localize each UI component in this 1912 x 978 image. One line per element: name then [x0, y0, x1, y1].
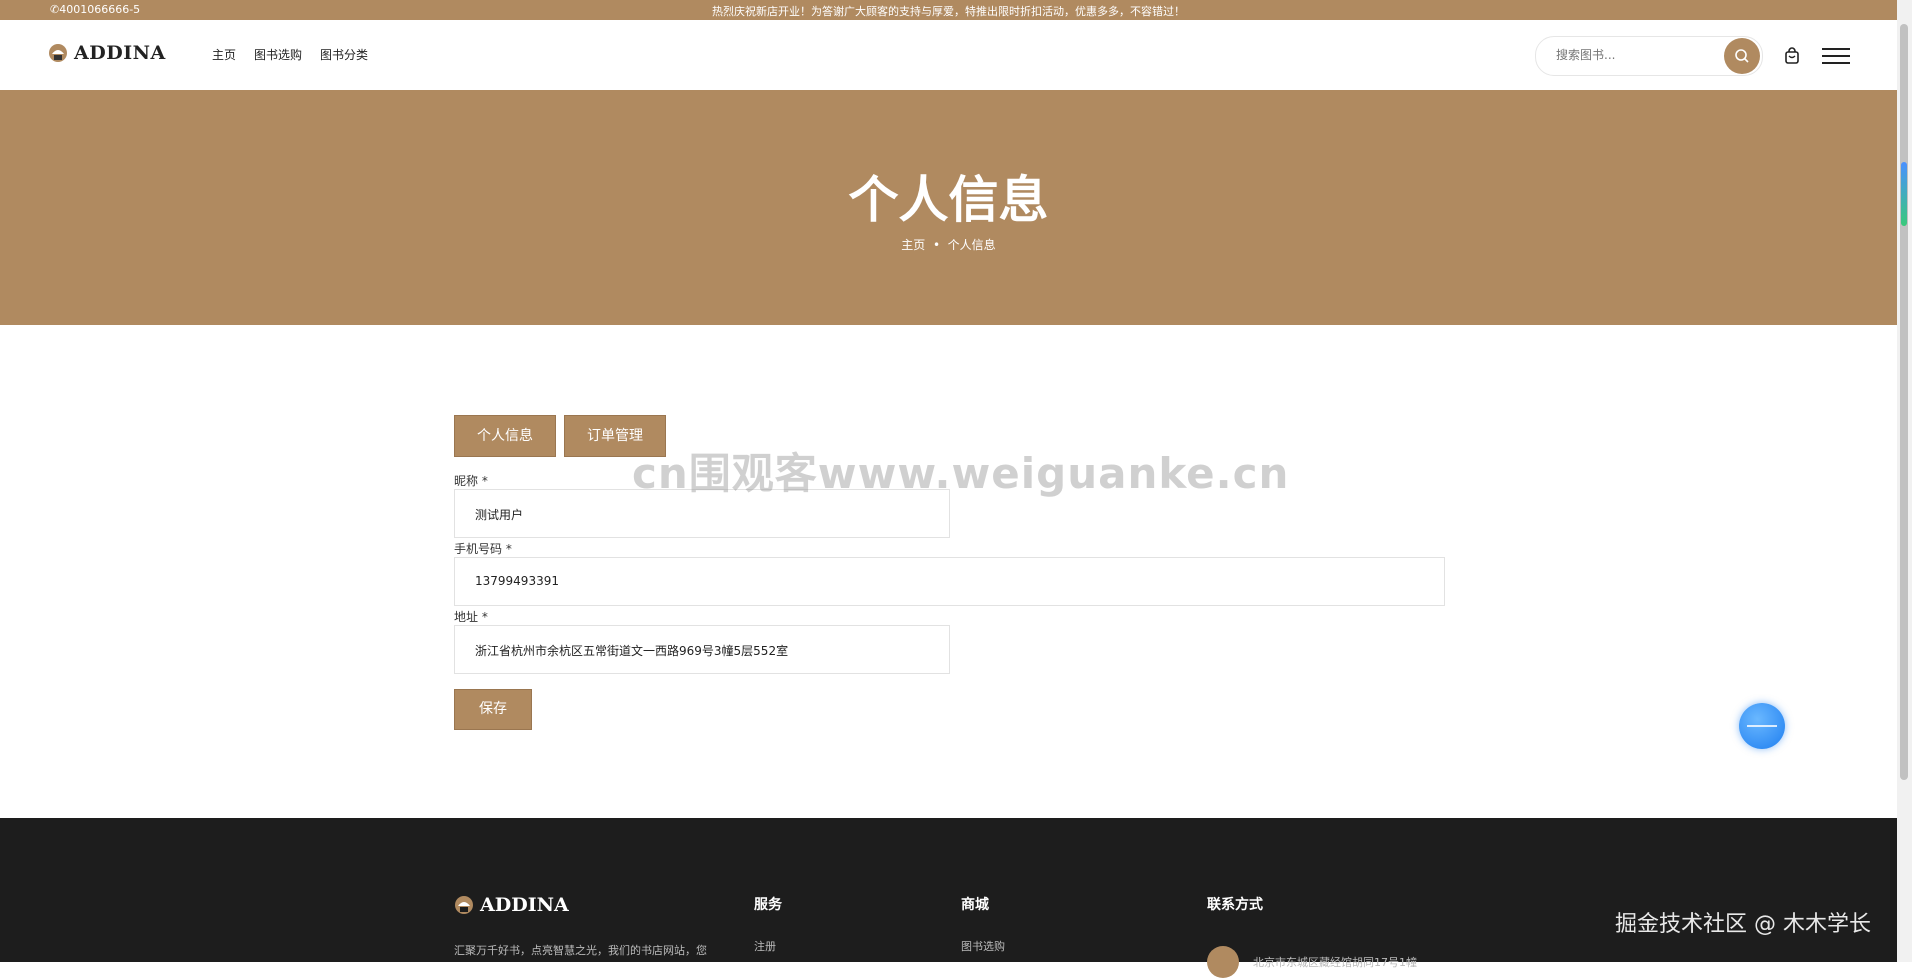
- site-header: ADDINA 主页 图书选购 图书分类: [0, 20, 1897, 90]
- page-banner: 个人信息 主页 • 个人信息: [0, 90, 1897, 325]
- required-mark: *: [481, 610, 488, 624]
- main-nav: 主页 图书选购 图书分类: [212, 46, 368, 63]
- footer-link-book-shop[interactable]: 图书选购: [961, 938, 1005, 954]
- location-icon: [1207, 946, 1239, 978]
- footer-brand-name: ADDINA: [480, 894, 569, 916]
- footer-contact-title: 联系方式: [1207, 897, 1263, 913]
- nickname-value: 测试用户: [475, 508, 524, 522]
- required-mark: *: [481, 474, 488, 488]
- site-footer: ADDINA 汇聚万千好书，点亮智慧之光，我们的书店网站，您 服务 注册 商城 …: [0, 818, 1897, 978]
- footer-address: 北京市东城区藏经馆胡同17号1幢: [1207, 946, 1417, 978]
- brand-name: ADDINA: [74, 42, 166, 64]
- phone-label: 手机号码 *: [454, 542, 512, 556]
- nav-home[interactable]: 主页: [212, 46, 236, 63]
- logo-icon: [49, 44, 67, 62]
- logo-icon: [455, 896, 473, 914]
- promo-notice: 热烈庆祝新店开业！为答谢广大顾客的支持与厚爱，特推出限时折扣活动，优惠多多，不容…: [712, 5, 1185, 18]
- required-mark: *: [505, 542, 512, 556]
- footer-shop-title: 商城: [961, 897, 989, 913]
- breadcrumb-current: 个人信息: [947, 238, 996, 252]
- nav-book-shop[interactable]: 图书选购: [254, 46, 302, 63]
- footer-logo[interactable]: ADDINA: [454, 894, 569, 916]
- nickname-label: 昵称 *: [454, 474, 488, 488]
- breadcrumb: 主页 • 个人信息: [0, 236, 1897, 253]
- hamburger-menu-icon[interactable]: [1822, 48, 1850, 66]
- footer-service-title: 服务: [754, 897, 782, 913]
- announcement-bar: ✆4001066666-5 热烈庆祝新店开业！为答谢广大顾客的支持与厚爱，特推出…: [0, 0, 1897, 20]
- search-input[interactable]: [1554, 47, 1708, 63]
- nav-book-category[interactable]: 图书分类: [320, 46, 368, 63]
- breadcrumb-home[interactable]: 主页: [901, 238, 925, 252]
- chat-assistant-button[interactable]: [1739, 703, 1785, 749]
- breadcrumb-separator: •: [932, 238, 941, 252]
- cart-icon[interactable]: [1783, 47, 1801, 65]
- logo[interactable]: ADDINA: [48, 42, 166, 64]
- search-box: [1535, 36, 1763, 76]
- footer-description: 汇聚万千好书，点亮智慧之光，我们的书店网站，您: [454, 944, 707, 957]
- address-value: 浙江省杭州市余杭区五常街道文一西路969号3幢5层552室: [475, 644, 789, 658]
- phone-value: 13799493391: [475, 574, 559, 588]
- tab-profile[interactable]: 个人信息: [454, 415, 556, 457]
- footer-link-register[interactable]: 注册: [754, 938, 776, 954]
- page-title: 个人信息: [848, 171, 1049, 229]
- address-label: 地址 *: [454, 610, 488, 624]
- address-field[interactable]: 浙江省杭州市余杭区五常街道文一西路969号3幢5层552室: [454, 625, 950, 674]
- scrollbar-thumb[interactable]: [1900, 24, 1908, 780]
- search-icon: [1735, 49, 1749, 63]
- scrollbar-marker: [1901, 162, 1907, 226]
- search-button[interactable]: [1724, 38, 1760, 74]
- page-scrollbar[interactable]: [1897, 0, 1912, 962]
- watermark: cn围观客www.weiguanke.cn: [632, 449, 1290, 498]
- phone-field[interactable]: 13799493391: [454, 557, 1445, 606]
- save-button[interactable]: 保存: [454, 689, 532, 730]
- source-credit: 掘金技术社区 @ 木木学长: [1615, 912, 1871, 937]
